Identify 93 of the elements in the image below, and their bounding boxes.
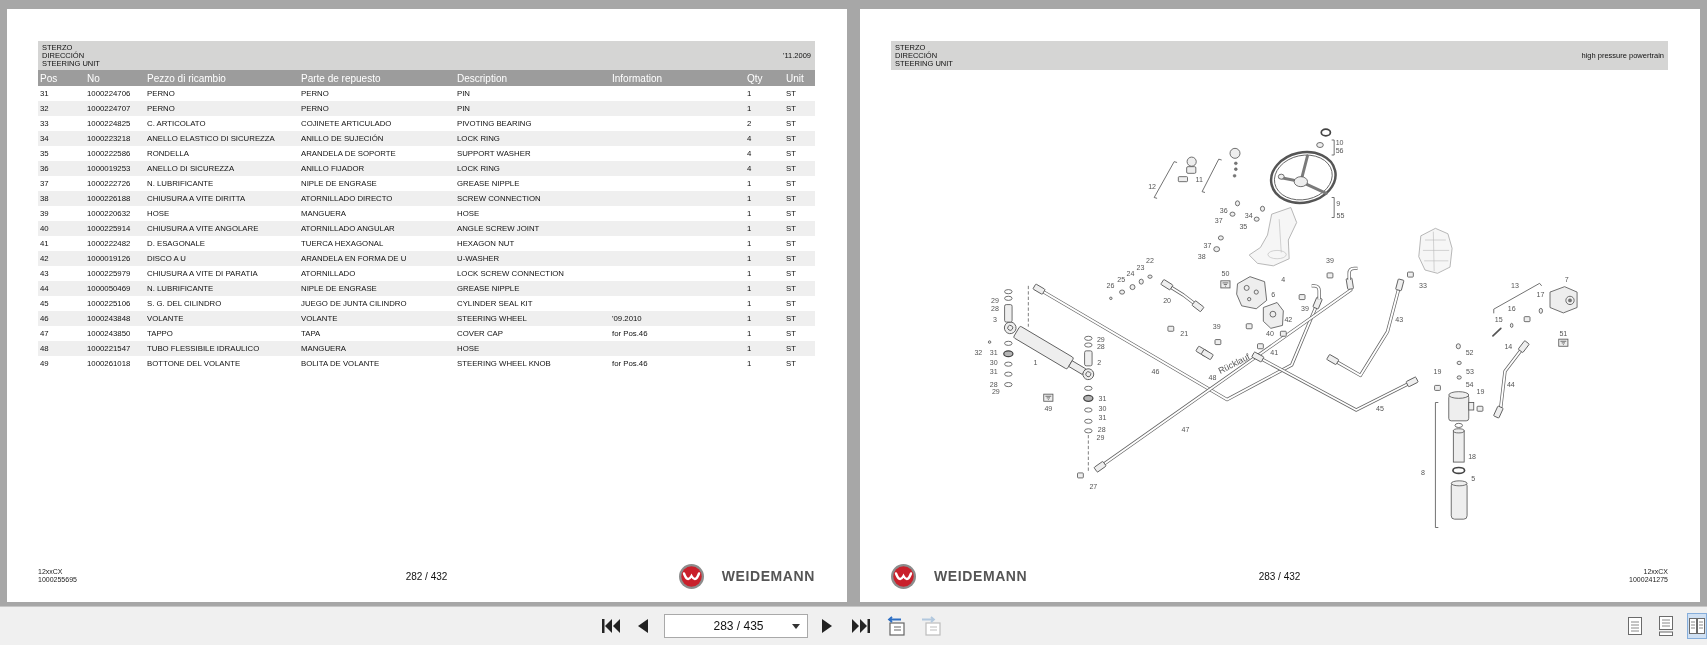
fitting — [1167, 325, 1175, 332]
elbow-fitting — [1310, 284, 1321, 301]
hose-fitting — [1405, 376, 1419, 388]
hose-fitting — [1093, 460, 1107, 473]
column-header: Pezzo di ricambio — [146, 72, 227, 84]
column-header: Qty — [746, 72, 764, 84]
symbol-icon — [1558, 338, 1569, 347]
last-page-button[interactable] — [851, 617, 871, 635]
fitting — [1407, 271, 1414, 278]
fitting — [1245, 323, 1253, 330]
filter-bowl — [1450, 480, 1468, 520]
hose-fitting — [1191, 300, 1205, 313]
hose-fitting — [1200, 348, 1214, 361]
control-valve-block — [1418, 227, 1453, 274]
seal-ring — [1083, 394, 1094, 402]
next-page-icon — [822, 619, 832, 633]
washer — [1456, 360, 1462, 365]
column-header: No — [86, 72, 101, 84]
leader-line — [1331, 197, 1335, 218]
first-page-button[interactable] — [601, 617, 621, 635]
pin — [1004, 304, 1013, 323]
hose-fitting — [1395, 278, 1405, 292]
column-header: Parte de repuesto — [300, 72, 382, 84]
washer — [1456, 375, 1462, 380]
elbow-fitting — [1347, 266, 1359, 281]
leader-line — [1027, 285, 1029, 328]
hose-fitting — [1160, 278, 1174, 291]
brand-name: WEIDEMANN — [934, 568, 1028, 584]
washer — [987, 340, 992, 344]
hose-fitting — [1517, 340, 1530, 354]
gear-pump — [1549, 286, 1578, 314]
continuous-pages-icon — [1658, 616, 1674, 636]
page-number: 283 / 432 — [1258, 570, 1301, 582]
fitting — [1434, 385, 1441, 391]
fitting — [1476, 405, 1484, 412]
column-header: Pos — [39, 72, 59, 84]
column-header: Description — [456, 72, 509, 84]
washer — [1455, 343, 1461, 350]
fitting — [1326, 272, 1334, 279]
fitting — [1214, 339, 1222, 345]
logo-icon — [678, 563, 704, 589]
pin — [1492, 327, 1502, 337]
valve-block — [1262, 302, 1284, 329]
control-knob — [1177, 156, 1197, 183]
page-number: 282 / 432 — [405, 570, 448, 582]
nut — [1316, 142, 1324, 148]
hose-fitting — [1032, 283, 1046, 295]
column-header: Unit — [785, 72, 805, 84]
next-page-button[interactable] — [821, 618, 833, 634]
washer — [1109, 296, 1113, 300]
two-pages-icon — [1689, 616, 1705, 636]
fitting — [1077, 472, 1084, 479]
washer — [1510, 322, 1514, 328]
previous-page-button[interactable] — [637, 618, 649, 634]
seal-ring — [1084, 385, 1093, 391]
filter-element — [1452, 428, 1465, 463]
leader-line — [1493, 282, 1543, 314]
first-page-icon — [602, 618, 620, 634]
hose-fitting — [1493, 405, 1504, 419]
single-page-icon — [1627, 616, 1643, 636]
filter-head — [1448, 391, 1475, 422]
previous-page-icon — [638, 619, 648, 633]
pin — [1084, 350, 1093, 367]
steering-wheel — [1269, 150, 1337, 205]
seal-ring — [1003, 350, 1014, 358]
o-ring — [1320, 128, 1332, 137]
fitting — [1298, 294, 1306, 300]
steering-valve — [1236, 276, 1268, 310]
leader-line — [1331, 139, 1335, 156]
page-arrow-right-icon — [920, 616, 942, 636]
two-page-view-button[interactable] — [1687, 613, 1707, 639]
caret-icon — [792, 623, 800, 629]
seal-ring — [1454, 422, 1463, 428]
hose-fitting — [1312, 296, 1323, 310]
fitting — [1257, 343, 1264, 350]
symbol-icon — [1043, 393, 1054, 402]
fitting — [1523, 316, 1531, 323]
leader-line — [1201, 158, 1223, 193]
column-header: Information — [611, 72, 664, 84]
hose-fitting — [1326, 353, 1340, 366]
seal-ring — [1004, 340, 1013, 346]
control-knob — [1229, 147, 1241, 178]
fitting — [1280, 330, 1287, 337]
last-page-icon — [852, 618, 870, 634]
continuous-view-button[interactable] — [1656, 613, 1676, 639]
hose-fitting — [1345, 277, 1354, 290]
o-ring — [1452, 466, 1466, 475]
logo-icon — [891, 563, 916, 589]
symbol-icon — [1220, 280, 1231, 289]
washer — [1538, 307, 1543, 314]
brand-name: WEIDEMANN — [721, 568, 815, 584]
page-select[interactable]: 283 / 435 — [664, 614, 808, 638]
hose-fitting — [1251, 351, 1265, 363]
